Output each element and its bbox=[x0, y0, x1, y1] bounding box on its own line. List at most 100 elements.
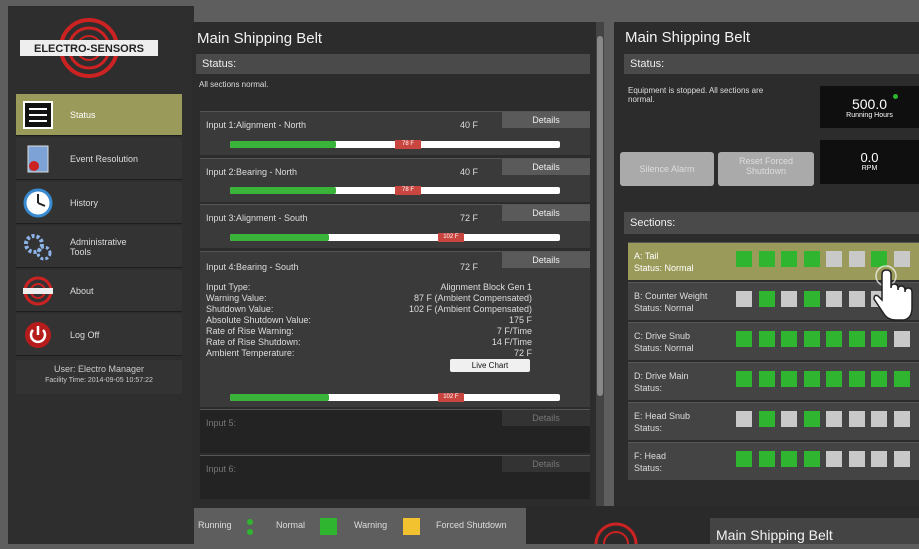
section-cell bbox=[758, 411, 775, 427]
sections-header: Sections: bbox=[624, 212, 919, 234]
detail-value: 102 F (Ambient Compensated) bbox=[408, 304, 532, 314]
sidebar-item-administrative-tools[interactable]: Administrative Tools bbox=[16, 226, 182, 268]
section-status: Status: Normal bbox=[634, 263, 694, 273]
section-cell bbox=[893, 371, 910, 387]
detail-key: Warning Value: bbox=[206, 293, 267, 303]
running-hours-label: Running Hours bbox=[846, 112, 893, 119]
status-header: Status: bbox=[196, 54, 590, 74]
sidebar-item-label: Event Resolution bbox=[70, 153, 139, 164]
running-indicator-icon bbox=[893, 94, 898, 99]
section-cell bbox=[871, 371, 887, 387]
section-cell bbox=[848, 371, 865, 387]
detail-key: Rate of Rise Warning: bbox=[206, 326, 294, 336]
input-row-disabled: Input 6: Details bbox=[200, 455, 590, 499]
section-cell bbox=[736, 451, 752, 467]
sidebar-item-log-off[interactable]: Log Off bbox=[16, 314, 182, 356]
section-cell bbox=[803, 371, 820, 387]
section-cell bbox=[848, 331, 865, 347]
rpm-display: 0.0 RPM bbox=[820, 140, 919, 184]
section-row-f[interactable]: F: Head Status: bbox=[628, 442, 919, 480]
input-row: Input 2:Bearing - North 40 F Details 78 … bbox=[200, 158, 590, 202]
input-value: 72 F bbox=[460, 262, 479, 272]
input-label: Input 2:Bearing - North bbox=[206, 167, 298, 177]
details-button[interactable]: Details bbox=[502, 112, 590, 128]
event-document-icon bbox=[20, 142, 56, 176]
background-window-title: Main Shipping Belt bbox=[716, 527, 833, 543]
section-row-d[interactable]: D: Drive Main Status: bbox=[628, 362, 919, 400]
bar-marker: 78 F bbox=[395, 186, 421, 195]
sidebar-item-label: Log Off bbox=[70, 329, 100, 340]
section-cell bbox=[826, 291, 842, 307]
details-button[interactable]: Details bbox=[502, 205, 590, 221]
power-icon bbox=[20, 318, 56, 352]
legend-normal-label: Normal bbox=[276, 520, 306, 530]
legend-warning-label: Warning bbox=[354, 520, 388, 530]
section-cell bbox=[848, 411, 865, 427]
section-cell bbox=[871, 411, 887, 427]
section-cell bbox=[803, 251, 820, 267]
detail-value: 87 F (Ambient Compensated) bbox=[413, 293, 532, 303]
detail-value: 175 F bbox=[508, 315, 532, 325]
temperature-bar: 102 F bbox=[230, 233, 560, 242]
input-label: Input 6: bbox=[206, 464, 237, 474]
sidebar-item-label: History bbox=[70, 197, 99, 208]
company-logo: ELECTRO-SENSORS bbox=[14, 16, 164, 80]
detail-key: Shutdown Value: bbox=[206, 304, 274, 314]
section-row-c[interactable]: C: Drive Snub Status: Normal bbox=[628, 322, 919, 360]
running-dot-icon bbox=[247, 529, 253, 535]
facility-time: Facility Time: 2014-09-05 10:57:22 bbox=[45, 377, 153, 384]
details-button[interactable]: Details bbox=[502, 456, 590, 472]
section-cell bbox=[781, 331, 797, 347]
input-value: 72 F bbox=[460, 213, 479, 223]
details-button[interactable]: Details bbox=[502, 159, 590, 175]
details-button[interactable]: Details bbox=[502, 410, 590, 426]
section-cell bbox=[736, 331, 752, 347]
section-row-e[interactable]: E: Head Snub Status: bbox=[628, 402, 919, 440]
section-name: D: Drive Main bbox=[634, 371, 689, 381]
section-cell bbox=[736, 411, 752, 427]
details-button[interactable]: Details bbox=[502, 252, 590, 268]
detail-value: 14 F/Time bbox=[491, 337, 532, 347]
section-name: E: Head Snub bbox=[634, 411, 691, 421]
section-cell bbox=[848, 291, 865, 307]
legend-running-label: Running bbox=[198, 520, 232, 530]
detail-value: Alignment Block Gen 1 bbox=[440, 282, 532, 292]
input-label: Input 1:Alignment - North bbox=[206, 120, 307, 130]
right-status-header: Status: bbox=[624, 54, 919, 74]
input-row-expanded: Input 4:Bearing - South 72 F Details Inp… bbox=[200, 251, 590, 407]
reset-forced-shutdown-button[interactable]: Reset Forced Shutdown bbox=[718, 152, 814, 186]
section-name: C: Drive Snub bbox=[634, 331, 691, 341]
status-text: All sections normal. bbox=[199, 80, 269, 89]
section-cell bbox=[893, 451, 910, 467]
bar-fill bbox=[230, 394, 329, 401]
silence-alarm-button[interactable]: Silence Alarm bbox=[620, 152, 714, 186]
sidebar-item-event-resolution[interactable]: Event Resolution bbox=[16, 138, 182, 180]
bar-fill bbox=[230, 234, 329, 241]
section-cell bbox=[781, 371, 797, 387]
detail-value: 72 F bbox=[513, 348, 532, 358]
temperature-bar: 78 F bbox=[230, 140, 560, 149]
section-cell bbox=[781, 411, 797, 427]
section-cell bbox=[736, 291, 752, 307]
running-hours-display: 500.0 Running Hours bbox=[820, 86, 919, 128]
sidebar-item-history[interactable]: History bbox=[16, 182, 182, 224]
scroll-thumb[interactable] bbox=[597, 36, 603, 396]
live-chart-button[interactable]: Live Chart bbox=[450, 359, 530, 372]
detail-key: Input Type: bbox=[206, 282, 251, 292]
section-cell bbox=[848, 251, 865, 267]
section-name: B: Counter Weight bbox=[634, 291, 708, 301]
background-logo-icon bbox=[586, 522, 646, 549]
bar-marker: 78 F bbox=[395, 140, 421, 149]
section-cell bbox=[871, 331, 887, 347]
section-cell bbox=[803, 411, 820, 427]
input-label: Input 4:Bearing - South bbox=[206, 262, 299, 272]
rpm-value: 0.0 bbox=[860, 150, 879, 165]
sidebar-item-about[interactable]: About bbox=[16, 270, 182, 312]
input-value: 40 F bbox=[460, 167, 479, 177]
detail-key: Rate of Rise Shutdown: bbox=[206, 337, 301, 347]
section-cell bbox=[803, 331, 820, 347]
detail-key: Absolute Shutdown Value: bbox=[206, 315, 311, 325]
bar-fill bbox=[230, 141, 336, 148]
section-cell bbox=[893, 411, 910, 427]
sidebar-item-status[interactable]: Status bbox=[16, 94, 182, 136]
